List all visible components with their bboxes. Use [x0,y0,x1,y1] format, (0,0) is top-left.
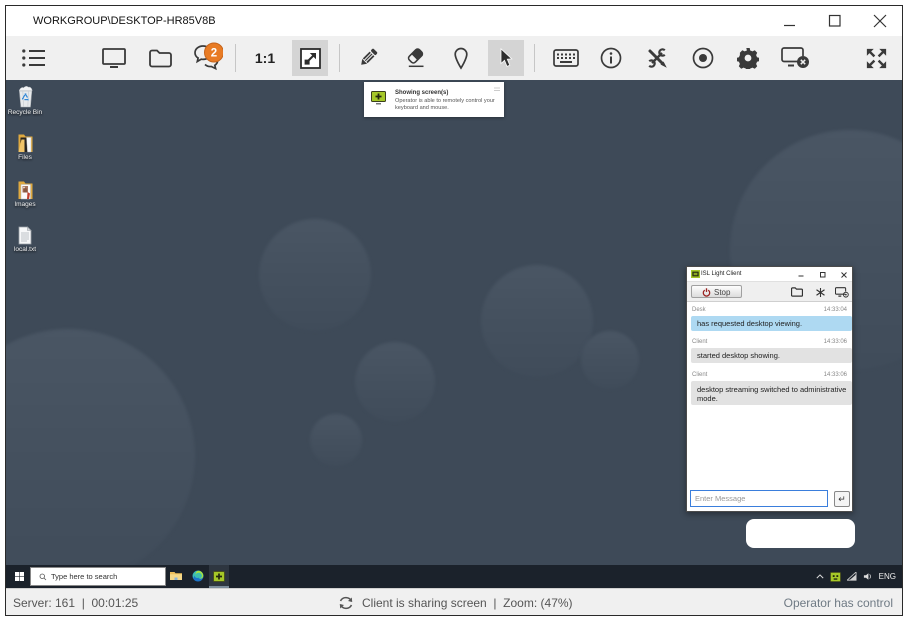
svg-text:2: 2 [211,48,217,60]
